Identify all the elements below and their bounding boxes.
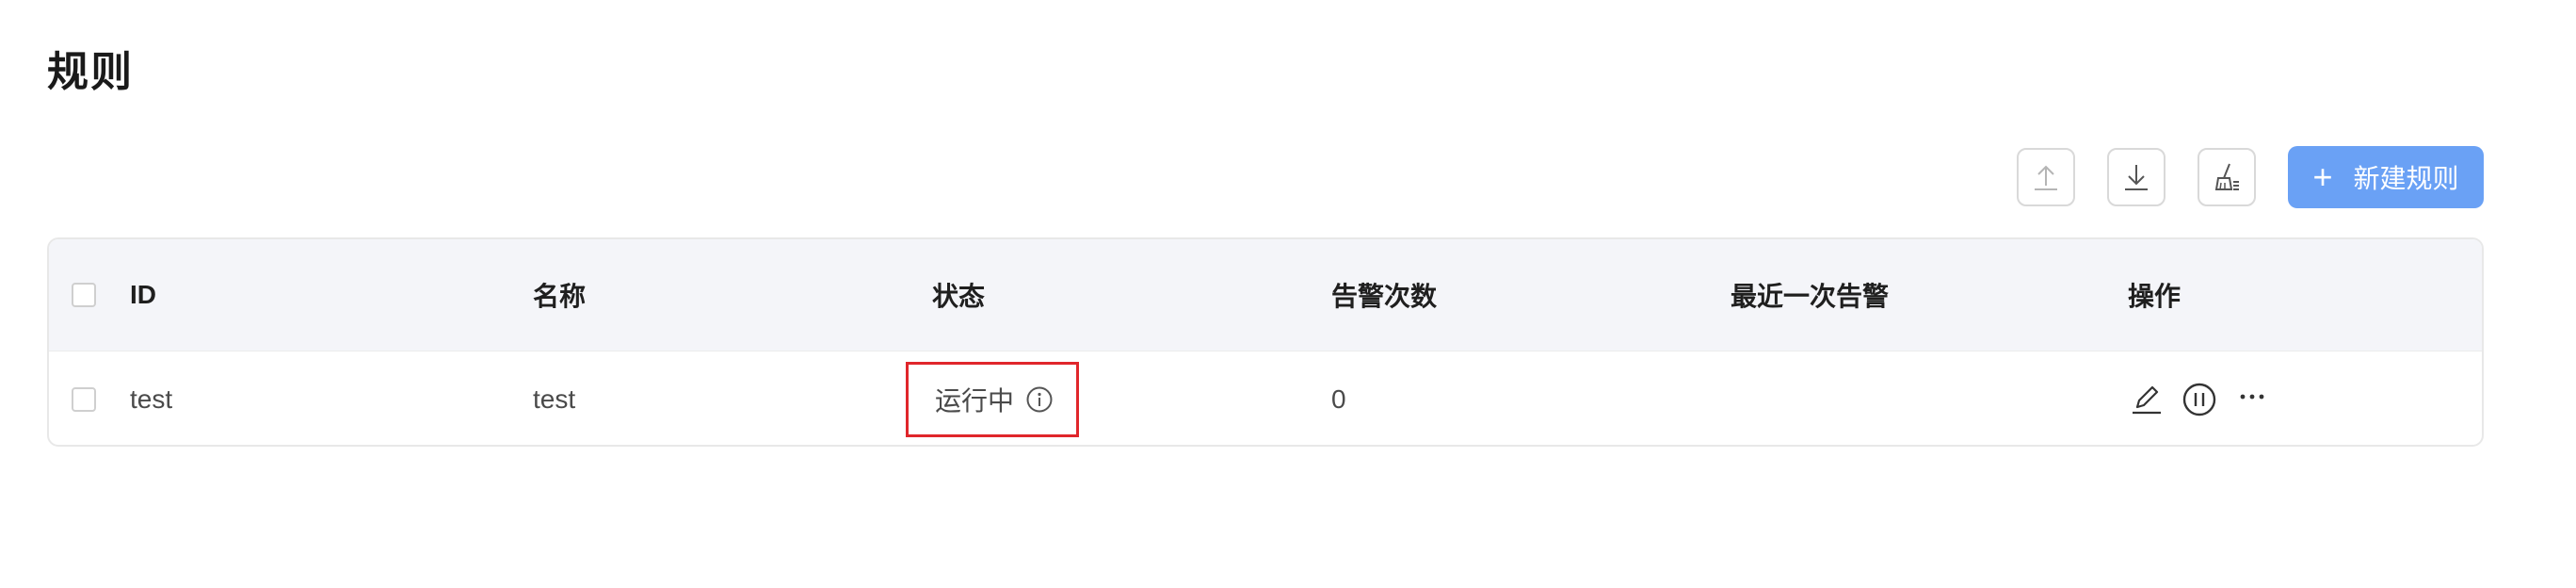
- status-highlight: 运行中: [906, 362, 1080, 437]
- toolbar: + 新建规则: [2017, 146, 2484, 208]
- column-header-status: 状态: [932, 282, 986, 311]
- edit-button[interactable]: [2128, 381, 2165, 418]
- row-checkbox[interactable]: [72, 387, 96, 412]
- export-button[interactable]: [2107, 148, 2165, 206]
- more-dots-icon: [2240, 394, 2264, 400]
- column-header-actions: 操作: [2128, 282, 2182, 311]
- pause-icon: [2182, 383, 2216, 416]
- new-rule-label: 新建规则: [2353, 164, 2459, 193]
- table-row: test test 运行中 0: [49, 351, 2482, 445]
- upload-icon: [2035, 165, 2057, 190]
- page-title: 规则: [47, 49, 134, 95]
- rules-table: ID 名称 状态 告警次数 最近一次告警 操作 test test 运行中 0: [47, 237, 2484, 447]
- plus-icon: +: [2312, 157, 2333, 196]
- new-rule-button[interactable]: + 新建规则: [2288, 146, 2484, 208]
- rule-name: test: [533, 384, 576, 414]
- select-all-checkbox[interactable]: [72, 283, 96, 307]
- pause-button[interactable]: [2181, 381, 2218, 418]
- more-button[interactable]: [2233, 381, 2271, 418]
- info-icon[interactable]: [1025, 385, 1054, 414]
- table-header: ID 名称 状态 告警次数 最近一次告警 操作: [49, 239, 2482, 351]
- row-actions: [2128, 351, 2286, 445]
- column-header-alert-count: 告警次数: [1331, 282, 1438, 311]
- column-header-id: ID: [130, 280, 156, 309]
- alert-count: 0: [1331, 384, 1346, 414]
- import-button[interactable]: [2017, 148, 2075, 206]
- broom-icon: [2214, 163, 2239, 190]
- clear-button[interactable]: [2198, 148, 2256, 206]
- status-text: 运行中: [935, 386, 1015, 416]
- column-header-name: 名称: [533, 282, 587, 311]
- rule-id-link[interactable]: test: [130, 351, 172, 445]
- column-header-last-alert: 最近一次告警: [1731, 282, 1890, 311]
- download-icon: [2125, 165, 2148, 190]
- pencil-icon: [2133, 385, 2161, 415]
